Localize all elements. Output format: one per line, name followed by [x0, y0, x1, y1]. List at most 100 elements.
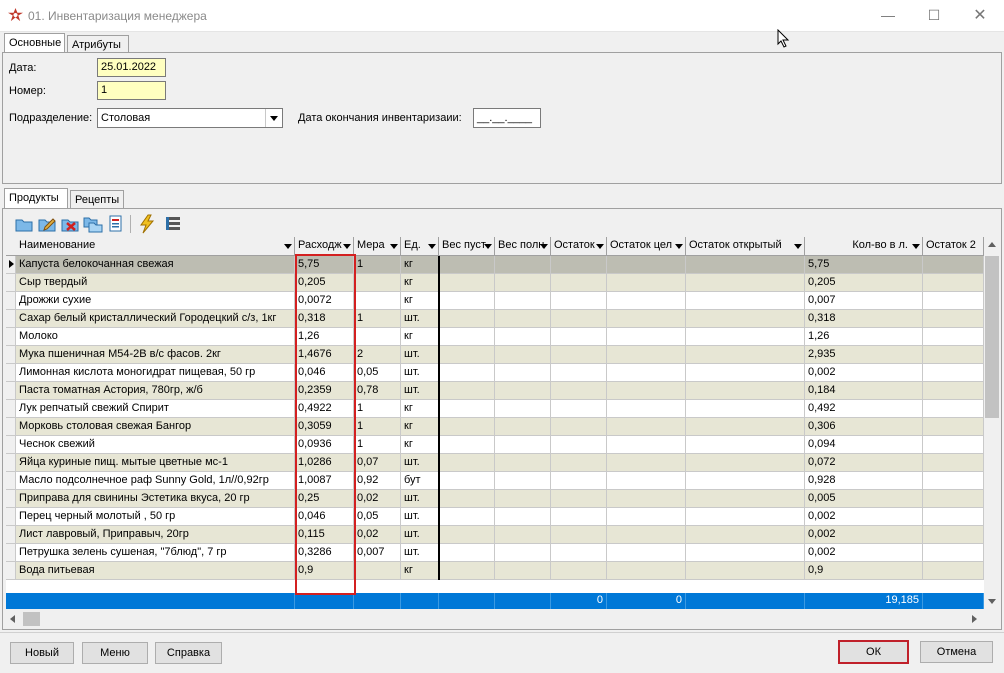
row-indicator[interactable] [6, 526, 16, 544]
table-cell[interactable]: 0,05 [354, 508, 401, 526]
table-cell[interactable] [686, 292, 805, 310]
table-cell[interactable]: Яйца куриные пищ. мытые цветные мс-1 [16, 454, 295, 472]
column-header-name[interactable]: Наименование [16, 237, 295, 255]
table-cell[interactable]: 0,05 [354, 364, 401, 382]
row-indicator[interactable] [6, 346, 16, 364]
row-indicator[interactable] [6, 544, 16, 562]
sort-dropdown-icon[interactable] [343, 244, 351, 249]
table-cell[interactable] [686, 400, 805, 418]
table-cell[interactable]: шт. [401, 544, 439, 562]
table-cell[interactable]: Морковь столовая свежая Бангор [16, 418, 295, 436]
table-cell[interactable]: кг [401, 256, 439, 274]
copy-icon[interactable] [83, 214, 103, 234]
edit-icon[interactable] [37, 214, 57, 234]
table-cell[interactable]: 1 [354, 256, 401, 274]
scroll-up-icon[interactable] [988, 242, 996, 247]
table-cell[interactable] [686, 526, 805, 544]
table-cell[interactable] [354, 292, 401, 310]
table-cell[interactable]: 0,78 [354, 382, 401, 400]
table-cell[interactable] [923, 544, 984, 562]
table-cell[interactable] [923, 346, 984, 364]
table-cell[interactable] [495, 292, 551, 310]
table-cell[interactable] [551, 400, 607, 418]
table-row[interactable]: Сыр твердый 0,205 кг 0,205 [6, 274, 984, 292]
scroll-left-icon[interactable] [10, 615, 15, 623]
table-cell[interactable] [495, 382, 551, 400]
table-cell[interactable] [495, 436, 551, 454]
table-cell[interactable]: 0,002 [805, 364, 923, 382]
row-indicator[interactable] [6, 328, 16, 346]
table-cell[interactable] [439, 256, 495, 274]
tab-recepty[interactable]: Рецепты [70, 190, 124, 208]
table-cell[interactable] [607, 256, 686, 274]
table-cell[interactable] [354, 274, 401, 292]
table-cell[interactable] [495, 328, 551, 346]
table-cell[interactable]: кг [401, 292, 439, 310]
table-cell[interactable] [607, 544, 686, 562]
table-cell[interactable] [439, 328, 495, 346]
table-cell[interactable] [439, 274, 495, 292]
row-indicator[interactable] [6, 490, 16, 508]
table-cell[interactable] [495, 544, 551, 562]
table-cell[interactable]: 0,002 [805, 526, 923, 544]
table-cell[interactable] [551, 454, 607, 472]
table-cell[interactable] [923, 526, 984, 544]
table-cell[interactable] [551, 526, 607, 544]
table-cell[interactable] [686, 454, 805, 472]
table-cell[interactable]: 0,007 [354, 544, 401, 562]
table-cell[interactable]: шт. [401, 508, 439, 526]
table-cell[interactable] [354, 328, 401, 346]
tab-osnovnye[interactable]: Основные [4, 33, 65, 53]
table-row[interactable]: Дрожжи сухие 0,0072 кг 0,007 [6, 292, 984, 310]
number-field[interactable]: 1 [97, 81, 166, 100]
column-header-ostatok-otkr[interactable]: Остаток открытый [686, 237, 805, 255]
table-cell[interactable] [439, 544, 495, 562]
folder-open-icon[interactable] [14, 214, 34, 234]
table-cell[interactable] [923, 472, 984, 490]
table-cell[interactable] [686, 274, 805, 292]
ok-button[interactable]: ОК [838, 640, 909, 664]
table-cell[interactable] [495, 472, 551, 490]
table-cell[interactable] [607, 454, 686, 472]
table-cell[interactable] [607, 562, 686, 580]
table-cell[interactable] [551, 418, 607, 436]
table-cell[interactable] [439, 382, 495, 400]
document-icon[interactable] [106, 214, 126, 234]
table-cell[interactable]: шт. [401, 346, 439, 364]
table-cell[interactable] [607, 328, 686, 346]
table-cell[interactable]: Лук репчатый свежий Спирит [16, 400, 295, 418]
products-grid[interactable]: Наименование Расходж Мера Ед. Вес пуст Вес по… [6, 237, 984, 609]
table-cell[interactable] [551, 508, 607, 526]
table-cell[interactable]: 1 [354, 400, 401, 418]
table-cell[interactable]: 2 [354, 346, 401, 364]
table-row[interactable]: Сахар белый кристаллический Городецкий с… [6, 310, 984, 328]
table-cell[interactable] [551, 364, 607, 382]
h-scroll-thumb[interactable] [23, 612, 40, 626]
table-cell[interactable] [607, 346, 686, 364]
table-cell[interactable] [439, 310, 495, 328]
table-row[interactable]: Петрушка зелень сушеная, "7блюд", 7 гр 0,… [6, 544, 984, 562]
table-cell[interactable]: Чеснок свежий [16, 436, 295, 454]
table-cell[interactable] [923, 490, 984, 508]
table-cell[interactable]: 0,007 [805, 292, 923, 310]
table-cell[interactable] [439, 400, 495, 418]
table-cell[interactable] [495, 562, 551, 580]
table-cell[interactable] [439, 472, 495, 490]
new-button[interactable]: Новый [10, 642, 74, 664]
table-cell[interactable] [551, 256, 607, 274]
table-cell[interactable] [439, 454, 495, 472]
table-cell[interactable] [551, 382, 607, 400]
table-cell[interactable]: шт. [401, 382, 439, 400]
table-cell[interactable]: 0,094 [805, 436, 923, 454]
table-cell[interactable]: бут [401, 472, 439, 490]
row-indicator[interactable] [6, 508, 16, 526]
delete-icon[interactable] [60, 214, 80, 234]
table-row[interactable]: Чеснок свежий 0,0936 1 кг 0,094 [6, 436, 984, 454]
table-cell[interactable] [551, 292, 607, 310]
row-indicator[interactable] [6, 472, 16, 490]
table-cell[interactable] [686, 436, 805, 454]
date-field[interactable]: 25.01.2022 [97, 58, 166, 77]
table-cell[interactable]: Лист лавровый, Приправыч, 20гр [16, 526, 295, 544]
column-header-kolvo[interactable]: Кол-во в л. [805, 237, 923, 255]
table-cell[interactable] [551, 274, 607, 292]
